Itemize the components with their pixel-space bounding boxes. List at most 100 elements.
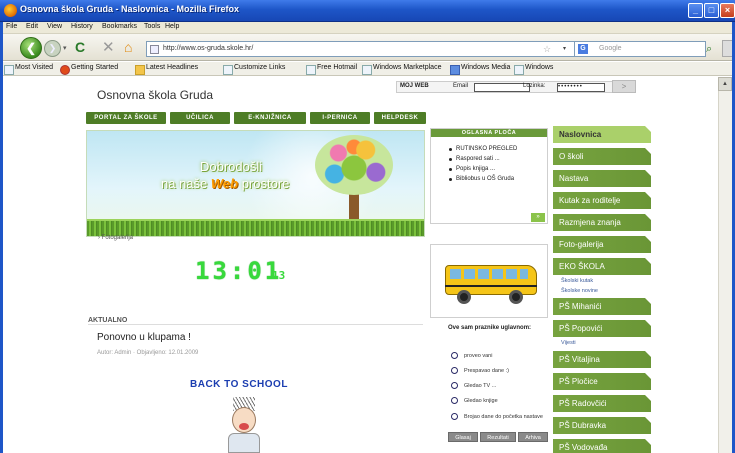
cartoon-body (228, 433, 260, 453)
poll-option[interactable]: Brojao dane do početka nastave (451, 413, 546, 423)
sidebar-item-ps-vitaljina[interactable]: PŠ Vitaljina (553, 351, 651, 369)
sidebar-item-o-skoli[interactable]: O školi (553, 148, 651, 166)
poll-option[interactable]: Gledao knjige (451, 397, 546, 407)
menu-edit[interactable]: Edit (26, 23, 38, 30)
poll-option[interactable]: Prespavao dane :) (451, 367, 546, 377)
menu-view[interactable]: View (47, 23, 62, 30)
notice-item[interactable]: Bibliobus u OŠ Gruda (449, 176, 544, 186)
window-titlebar: Osnovna škola Gruda - Naslovnica - Mozil… (0, 0, 735, 22)
back-button[interactable]: ❮ (20, 37, 42, 59)
bus-wheel (457, 290, 471, 304)
notice-list: RUTINSKO PREGLED Raspored sati ... Popis… (449, 146, 544, 186)
topnav-e-knjiznica[interactable]: E-KNJIŽNICA (234, 112, 306, 124)
login-title: MOJ WEB (400, 83, 429, 89)
stop-icon[interactable]: ✕ (102, 38, 115, 56)
login-submit-button[interactable]: > (612, 80, 636, 93)
bookmark-latest-headlines[interactable]: Latest Headlines (135, 64, 198, 75)
menu-history[interactable]: History (71, 23, 93, 30)
bookmark-getting-started[interactable]: Getting Started (60, 64, 118, 75)
crying-student-illustration (226, 397, 262, 453)
radio-button[interactable] (451, 397, 458, 404)
reload-icon[interactable]: C (75, 39, 85, 55)
menu-tools[interactable]: Tools (144, 23, 160, 30)
vertical-scrollbar[interactable] (718, 77, 732, 453)
notice-item[interactable]: Raspored sati ... (449, 156, 544, 166)
article-title[interactable]: Ponovno u klupama ! (97, 332, 191, 343)
school-bus-image[interactable] (430, 244, 548, 318)
url-dropdown-icon[interactable]: ▾ (563, 45, 566, 52)
bus-windows (450, 269, 528, 279)
search-go-icon[interactable]: ⌕ (706, 43, 712, 56)
home-icon[interactable]: ⌂ (124, 39, 132, 55)
topnav-i-pernica[interactable]: I-PERNICA (310, 112, 370, 124)
sidebar-item-eko-skola[interactable]: EKO ŠKOLA (553, 258, 651, 276)
address-bar[interactable]: http://www.os-gruda.skole.hr/ ☆ ▾ (146, 41, 590, 57)
notice-board-title: OGLASNA PLOČA (431, 129, 547, 137)
sidebar-item-ps-plocice[interactable]: PŠ Pločice (553, 373, 651, 391)
bookmarks-toolbar: Most Visited Getting Started Latest Head… (0, 62, 735, 76)
bookmark-windows-marketplace[interactable]: Windows Marketplace (362, 64, 441, 75)
sidebar-item-foto-galerija[interactable]: Foto-galerija (553, 236, 651, 254)
search-bar[interactable]: G Google (574, 41, 706, 57)
poll-option[interactable]: Gledao TV ... (451, 382, 546, 392)
poll-option[interactable]: proveo vani (451, 352, 546, 362)
banner-web-word: Web (210, 176, 239, 191)
login-bar: MOJ WEB Email Lozinka: •••••••• (396, 81, 618, 93)
menu-bookmarks[interactable]: Bookmarks (102, 23, 137, 30)
email-field[interactable] (474, 83, 530, 92)
sidebar-item-ps-mihanici[interactable]: PŠ Mihanići (553, 298, 651, 316)
radio-button[interactable] (451, 367, 458, 374)
menu-help[interactable]: Help (165, 23, 179, 30)
sidebar-item-nastava[interactable]: Nastava (553, 170, 651, 188)
sidebar-item-naslovnica[interactable]: Naslovnica (553, 126, 651, 144)
sidebar-item-ps-dubravka[interactable]: PŠ Dubravka (553, 417, 651, 435)
sidebar-item-ps-vodovada[interactable]: PŠ Vodovađa (553, 439, 651, 453)
forward-button[interactable]: ❯ (44, 40, 61, 57)
site-title: Osnovna škola Gruda (97, 88, 214, 102)
sidebar-subitem[interactable]: Vijesti (561, 340, 576, 346)
page-favicon-icon (150, 45, 159, 54)
topnav-ucilica[interactable]: UČILICA (170, 112, 230, 124)
article-image-caption: BACK TO SCHOOL (190, 379, 288, 390)
history-dropdown-icon[interactable]: ▾ (63, 44, 67, 52)
page-content: Osnovna škola Gruda MOJ WEB Email Lozink… (0, 77, 735, 453)
topnav-portal-za-skole[interactable]: PORTAL ZA ŠKOLE (86, 112, 166, 124)
topnav-helpdesk[interactable]: HELPDESK (374, 112, 426, 124)
close-button[interactable]: × (720, 3, 735, 18)
bookmark-star-icon[interactable]: ☆ (543, 44, 551, 55)
sidebar-item-ps-popovici[interactable]: PŠ Popovići (553, 320, 651, 338)
sidebar-subitem[interactable]: Školske novine (561, 288, 598, 294)
email-label: Email (453, 83, 469, 89)
radio-button[interactable] (451, 382, 458, 389)
radio-button[interactable] (451, 352, 458, 359)
bookmark-windows[interactable]: Windows (514, 64, 553, 75)
notice-item[interactable]: RUTINSKO PREGLED (449, 146, 544, 156)
notice-more-button[interactable]: » (531, 213, 545, 222)
notice-item[interactable]: Popis knjiga ... (449, 166, 544, 176)
google-icon[interactable]: G (578, 44, 588, 54)
password-field[interactable]: •••••••• (557, 83, 605, 92)
archive-button[interactable]: Arhiva (518, 432, 548, 442)
scroll-up-arrow-icon[interactable]: ▲ (718, 77, 732, 91)
results-button[interactable]: Rezultati (480, 432, 516, 442)
vote-button[interactable]: Glasaj (448, 432, 478, 442)
radio-button[interactable] (451, 413, 458, 420)
password-label: Lozinka: (523, 83, 546, 89)
search-input[interactable]: Google (599, 45, 622, 52)
bookmark-free-hotmail[interactable]: Free Hotmail (306, 64, 357, 75)
menu-file[interactable]: File (6, 23, 17, 30)
sidebar-item-ps-radovcici[interactable]: PŠ Radovčići (553, 395, 651, 413)
sidebar-item-razmjena-znanja[interactable]: Razmjena znanja (553, 214, 651, 232)
minimize-button[interactable]: _ (688, 3, 703, 18)
section-heading: AKTUALNO (88, 317, 423, 325)
url-text[interactable]: http://www.os-gruda.skole.hr/ (163, 45, 253, 52)
banner-subtitle: na naše Web prostore (161, 176, 289, 191)
sidebar-subitem[interactable]: Školski kutak (561, 278, 593, 284)
bookmark-windows-media[interactable]: Windows Media (450, 64, 510, 75)
sidebar-item-kutak-za-roditelje[interactable]: Kutak za roditelje (553, 192, 651, 210)
maximize-button[interactable]: □ (704, 3, 719, 18)
welcome-banner[interactable]: Dobrodošli na naše Web prostore (86, 130, 425, 237)
bookmark-customize-links[interactable]: Customize Links (223, 64, 285, 75)
bookmark-most-visited[interactable]: Most Visited (4, 64, 53, 75)
photogallery-link[interactable]: › Fotogalerija (98, 235, 133, 241)
